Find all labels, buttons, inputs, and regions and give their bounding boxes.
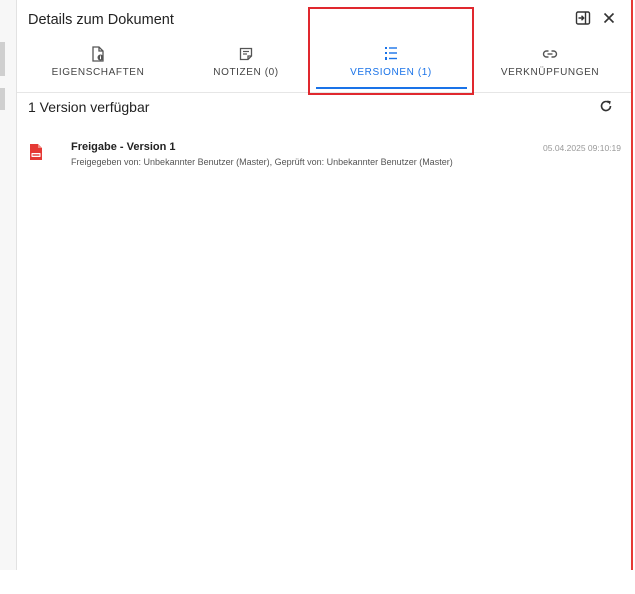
tab-label: EIGENSCHAFTEN xyxy=(51,67,145,78)
collapse-panel-button[interactable] xyxy=(573,10,593,30)
version-title: Freigabe - Version 1 xyxy=(71,141,176,153)
tab-eigenschaften[interactable]: EIGENSCHAFTEN xyxy=(23,40,173,92)
refresh-button[interactable] xyxy=(597,99,615,117)
tab-verknuepfungen[interactable]: VERKNÜPFUNGEN xyxy=(475,40,625,92)
close-icon xyxy=(603,11,615,29)
document-info-icon xyxy=(91,46,105,62)
version-list-item[interactable]: Freigabe - Version 1 Freigegeben von: Un… xyxy=(17,136,631,174)
document-details-panel: Details zum Dokument EIGENSCHAFTEN NOTIZ… xyxy=(17,0,633,570)
note-icon xyxy=(239,46,253,62)
versions-subheader: 1 Version verfügbar xyxy=(17,92,631,124)
tab-notizen[interactable]: NOTIZEN (0) xyxy=(171,40,321,92)
active-tab-indicator xyxy=(316,87,467,89)
pdf-file-icon xyxy=(30,144,42,165)
tab-label: VERKNÜPFUNGEN xyxy=(500,67,600,78)
strip-marker xyxy=(0,42,5,76)
left-background-strip xyxy=(0,0,17,570)
list-numbered-icon xyxy=(384,46,398,62)
version-description: Freigegeben von: Unbekannter Benutzer (M… xyxy=(71,157,453,167)
version-count-text: 1 Version verfügbar xyxy=(28,99,150,115)
tab-versionen[interactable]: VERSIONEN (1) xyxy=(316,40,466,92)
tab-bar: EIGENSCHAFTEN NOTIZEN (0) VERSIONEN (1) … xyxy=(17,40,631,93)
close-button[interactable] xyxy=(599,10,619,30)
link-icon xyxy=(542,46,558,62)
collapse-right-icon xyxy=(575,10,591,31)
refresh-icon xyxy=(599,99,613,118)
strip-marker xyxy=(0,88,5,110)
version-date: 05.04.2025 09:10:19 xyxy=(543,143,621,153)
tab-label: VERSIONEN (1) xyxy=(350,67,432,78)
panel-title: Details zum Dokument xyxy=(28,12,174,28)
tab-label: NOTIZEN (0) xyxy=(213,67,279,78)
panel-header: Details zum Dokument xyxy=(17,0,631,40)
